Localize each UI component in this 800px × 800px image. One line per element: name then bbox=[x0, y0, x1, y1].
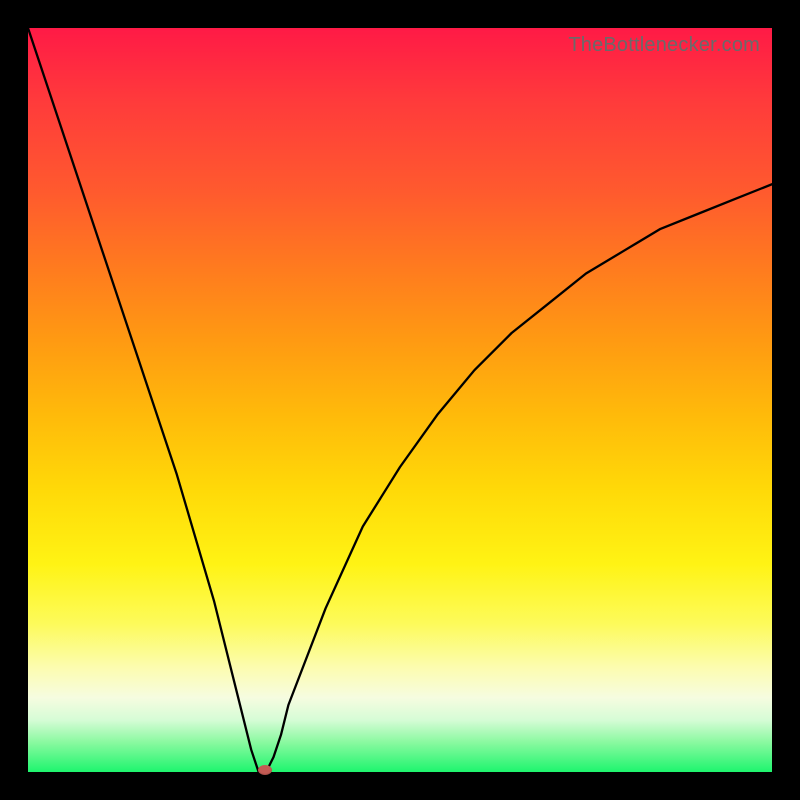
optimum-marker bbox=[258, 765, 272, 775]
curve-svg bbox=[28, 28, 772, 772]
plot-area: TheBottlenecker.com bbox=[28, 28, 772, 772]
chart-frame: TheBottlenecker.com bbox=[0, 0, 800, 800]
bottleneck-curve-path bbox=[28, 28, 772, 772]
